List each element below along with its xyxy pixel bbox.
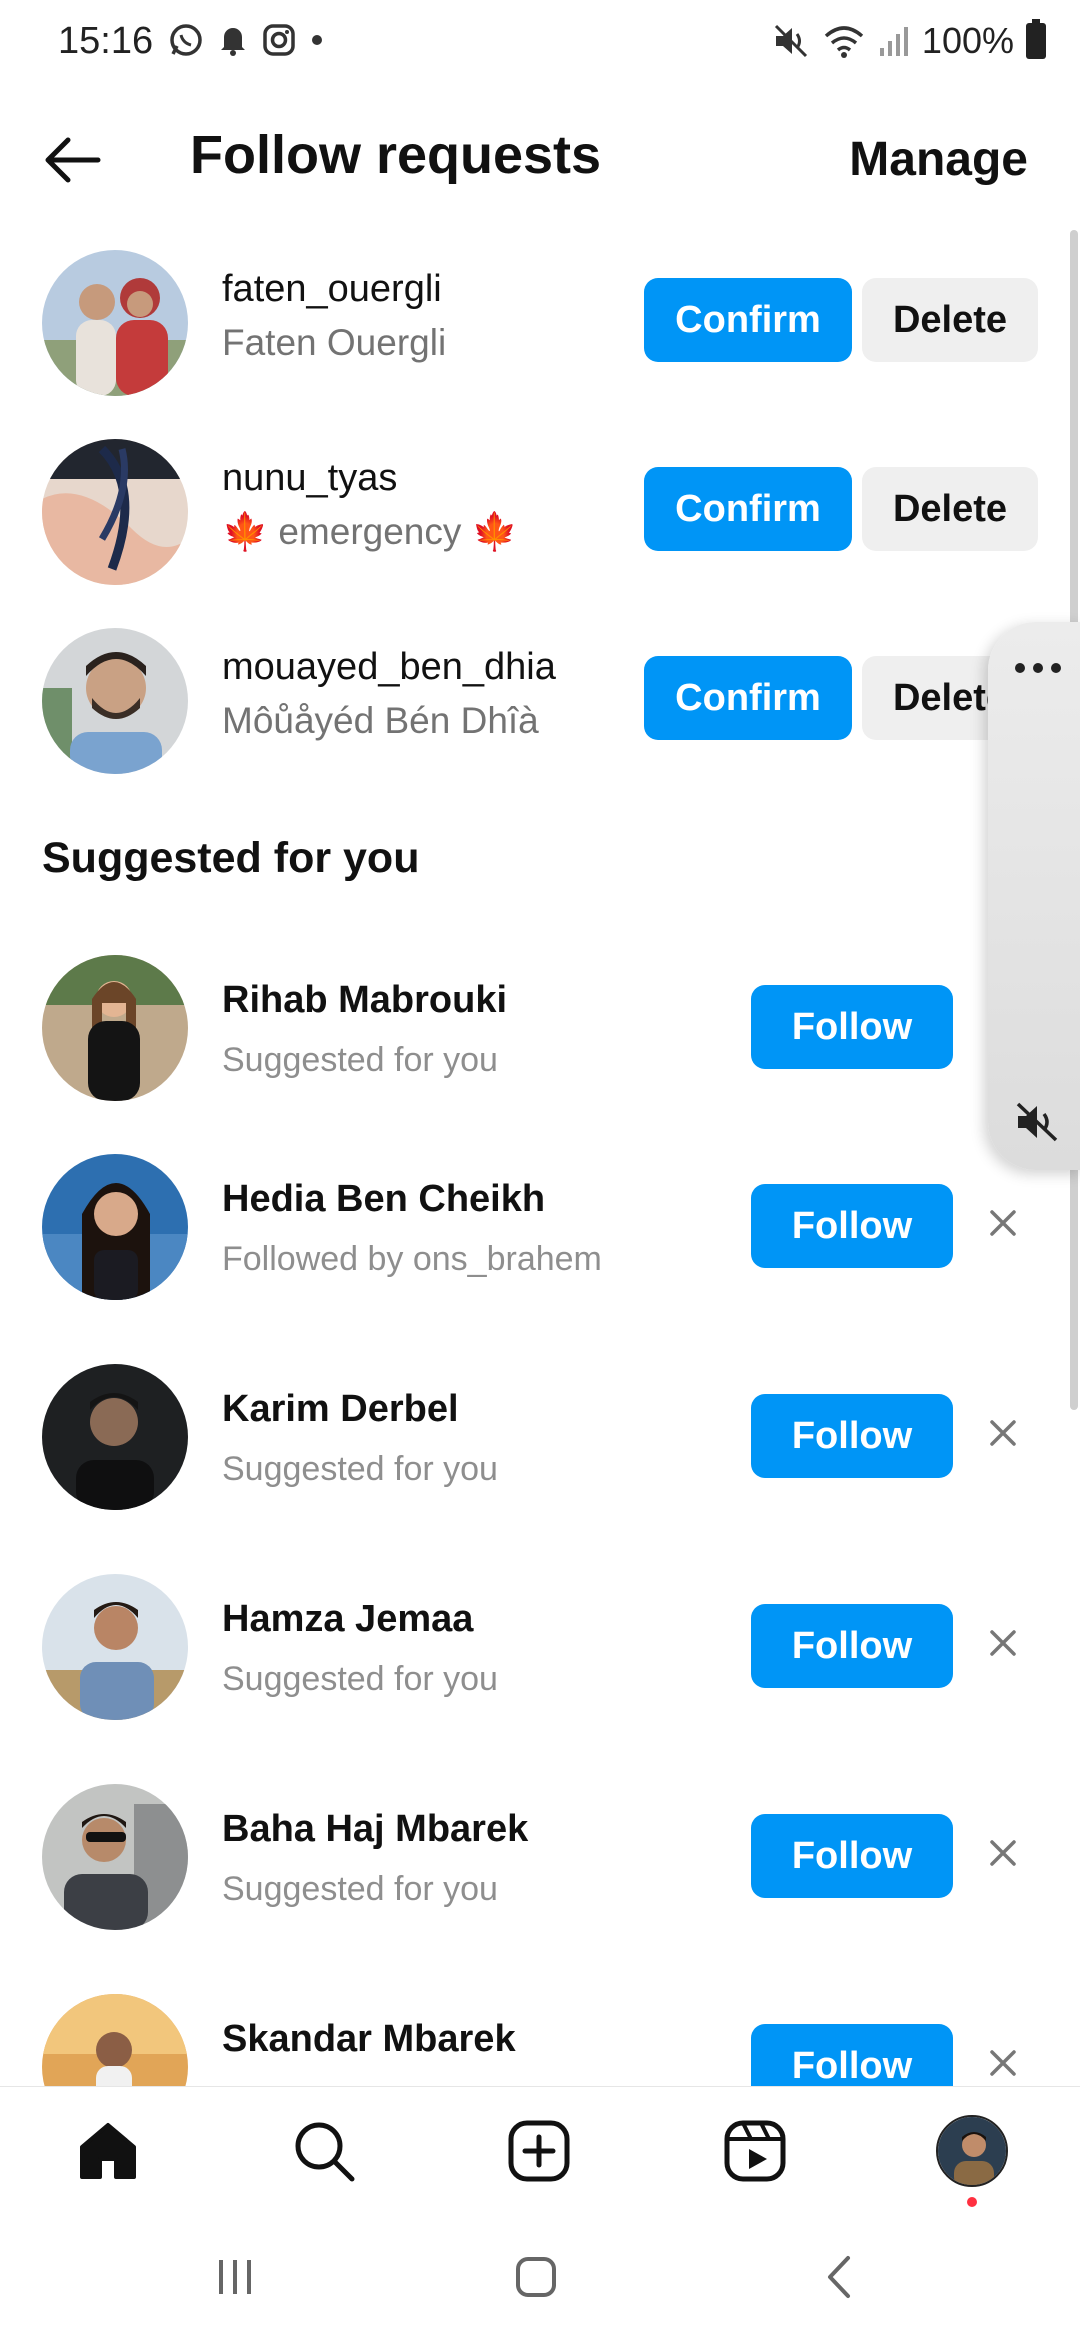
status-time: 15:16 xyxy=(58,20,154,62)
request-row: faten_ouergli Faten Ouergli Confirm Dele… xyxy=(0,250,1080,420)
signal-icon xyxy=(879,27,908,56)
profile-avatar[interactable] xyxy=(936,2115,1008,2187)
suggestion-name[interactable]: Baha Haj Mbarek xyxy=(222,1808,528,1851)
floating-side-panel[interactable] xyxy=(988,622,1080,1170)
request-full-name: Faten Ouergli xyxy=(222,322,447,363)
dismiss-icon[interactable] xyxy=(986,1836,1020,1870)
dot-icon xyxy=(312,35,322,45)
status-system-icons: 100% xyxy=(772,19,1046,62)
create-icon[interactable] xyxy=(505,2117,573,2185)
header: Follow requests Manage xyxy=(0,110,1080,210)
follow-button[interactable]: Follow xyxy=(751,1184,953,1268)
status-notification-icons xyxy=(168,22,324,58)
suggestion-row: Karim Derbel Suggested for you Follow xyxy=(0,1364,1080,1534)
avatar[interactable] xyxy=(42,1154,188,1300)
search-icon[interactable] xyxy=(290,2117,358,2185)
whatsapp-icon xyxy=(170,24,202,56)
suggestion-name[interactable]: Karim Derbel xyxy=(222,1388,459,1431)
request-username[interactable]: faten_ouergli xyxy=(222,268,442,311)
system-nav-bar xyxy=(0,2216,1080,2340)
recents-icon[interactable] xyxy=(210,2252,260,2302)
back-arrow-icon[interactable] xyxy=(40,128,104,192)
delete-button[interactable]: Delete xyxy=(862,278,1038,362)
delete-button[interactable]: Delete xyxy=(862,467,1038,551)
manage-button[interactable]: Manage xyxy=(849,132,1028,187)
suggestion-row: Rihab Mabrouki Suggested for you Follow xyxy=(0,955,1080,1125)
suggestion-name[interactable]: Hamza Jemaa xyxy=(222,1598,473,1641)
avatar[interactable] xyxy=(42,1364,188,1510)
follow-button[interactable]: Follow xyxy=(751,1394,953,1478)
instagram-icon xyxy=(263,24,295,56)
avatar[interactable] xyxy=(42,1574,188,1720)
suggestion-name[interactable]: Hedia Ben Cheikh xyxy=(222,1178,545,1221)
avatar[interactable] xyxy=(42,1784,188,1930)
follow-button[interactable]: Follow xyxy=(751,1604,953,1688)
dismiss-icon[interactable] xyxy=(986,1626,1020,1660)
dismiss-icon[interactable] xyxy=(986,2046,1020,2080)
battery-level: 100% xyxy=(921,20,1014,61)
suggestion-reason: Followed by ons_brahem xyxy=(222,1240,602,1278)
bottom-nav xyxy=(0,2086,1080,2216)
more-options-icon[interactable] xyxy=(1012,660,1064,676)
avatar[interactable] xyxy=(42,439,188,585)
reels-icon[interactable] xyxy=(721,2117,789,2185)
page-title: Follow requests xyxy=(190,125,602,185)
bell-icon xyxy=(221,28,245,56)
suggestion-reason: Suggested for you xyxy=(222,1870,498,1908)
suggestion-reason: Suggested for you xyxy=(222,1450,498,1488)
request-username[interactable]: nunu_tyas xyxy=(222,457,397,500)
suggestion-name[interactable]: Rihab Mabrouki xyxy=(222,979,507,1022)
avatar[interactable] xyxy=(42,250,188,396)
notification-dot xyxy=(967,2197,977,2207)
request-full-name: 🍁 emergency 🍁 xyxy=(222,511,518,552)
status-bar: 15:16 100% xyxy=(0,0,1080,84)
dismiss-icon[interactable] xyxy=(986,1416,1020,1450)
mute-icon[interactable] xyxy=(1014,1100,1062,1144)
battery-icon xyxy=(1026,19,1046,59)
suggestion-reason: Suggested for you xyxy=(222,1041,498,1079)
suggestion-reason: Suggested for you xyxy=(222,1660,498,1698)
home-button-icon[interactable] xyxy=(511,2252,561,2302)
suggestion-row: Hamza Jemaa Suggested for you Follow xyxy=(0,1574,1080,1744)
suggested-section-title: Suggested for you xyxy=(42,834,420,882)
follow-button[interactable]: Follow xyxy=(751,1814,953,1898)
request-full-name: Môůåyéd Bén Dhîà xyxy=(222,700,539,741)
wifi-icon xyxy=(824,26,864,58)
home-icon[interactable] xyxy=(74,2117,142,2185)
request-row: mouayed_ben_dhia Môůåyéd Bén Dhîà Confir… xyxy=(0,628,1080,798)
suggestion-row: Hedia Ben Cheikh Followed by ons_brahem … xyxy=(0,1154,1080,1324)
suggestion-row: Baha Haj Mbarek Suggested for you Follow xyxy=(0,1784,1080,1954)
confirm-button[interactable]: Confirm xyxy=(644,467,852,551)
request-row: nunu_tyas 🍁 emergency 🍁 Confirm Delete xyxy=(0,439,1080,609)
suggestion-name[interactable]: Skandar Mbarek xyxy=(222,2018,516,2061)
request-username[interactable]: mouayed_ben_dhia xyxy=(222,646,556,689)
confirm-button[interactable]: Confirm xyxy=(644,278,852,362)
confirm-button[interactable]: Confirm xyxy=(644,656,852,740)
avatar[interactable] xyxy=(42,955,188,1101)
dismiss-icon[interactable] xyxy=(986,1206,1020,1240)
avatar[interactable] xyxy=(42,628,188,774)
follow-button[interactable]: Follow xyxy=(751,985,953,1069)
back-icon[interactable] xyxy=(816,2252,866,2302)
mute-icon xyxy=(774,24,807,58)
